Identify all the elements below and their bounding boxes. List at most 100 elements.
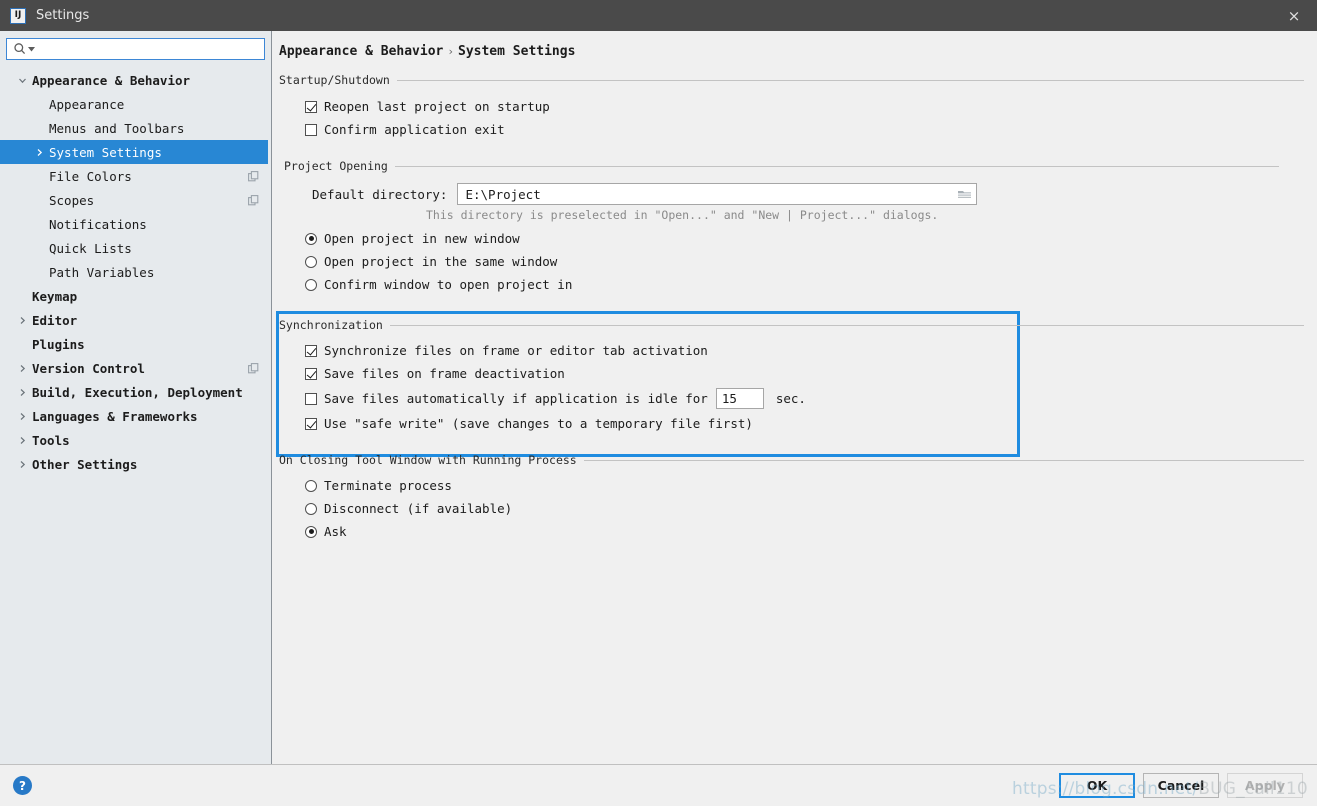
section-project-opening-body: Default directory:: [279, 173, 1317, 296]
radio-open-in-new-window[interactable]: [305, 233, 317, 245]
radio-ask[interactable]: [305, 526, 317, 538]
sidebar-item-appearance[interactable]: Appearance: [0, 92, 271, 116]
section-synchronization-body: Synchronize files on frame or editor tab…: [279, 332, 1317, 435]
chevron-right-icon[interactable]: [14, 316, 30, 325]
sidebar-scrollbar[interactable]: [268, 31, 271, 764]
sidebar-item-scopes[interactable]: Scopes: [0, 188, 271, 212]
sidebar-item-appearance-behavior[interactable]: Appearance & Behavior: [0, 68, 271, 92]
idle-seconds-unit: sec.: [776, 391, 806, 406]
ok-button[interactable]: OK: [1059, 773, 1135, 798]
checkbox-label-save-on-deactivation: Save files on frame deactivation: [324, 366, 565, 381]
search-container: [0, 31, 271, 65]
chevron-right-icon[interactable]: [14, 460, 30, 469]
sidebar-item-label: Quick Lists: [49, 241, 132, 256]
chevron-right-icon[interactable]: [14, 412, 30, 421]
radio-row-disconnect[interactable]: Disconnect (if available): [305, 497, 1317, 520]
search-dropdown-arrow-icon[interactable]: [28, 46, 35, 53]
section-startup-shutdown: Startup/Shutdown Reopen last project on …: [272, 73, 1317, 141]
radio-row-open-in-new-window[interactable]: Open project in new window: [305, 227, 1317, 250]
sidebar-item-label: Menus and Toolbars: [49, 121, 184, 136]
cancel-button[interactable]: Cancel: [1143, 773, 1219, 798]
search-icon: [13, 42, 27, 56]
sidebar-item-version-control[interactable]: Version Control: [0, 356, 271, 380]
sidebar-item-label: Keymap: [32, 289, 77, 304]
checkbox-row-reopen-last-project[interactable]: Reopen last project on startup: [305, 95, 1317, 118]
help-icon[interactable]: ?: [13, 776, 32, 795]
section-divider: [397, 80, 1304, 81]
copy-settings-icon[interactable]: [248, 195, 259, 206]
radio-confirm-window[interactable]: [305, 279, 317, 291]
intellij-logo-icon: IJ: [10, 8, 26, 24]
dialog-footer: ? OK Cancel Apply: [0, 764, 1317, 806]
sidebar-item-file-colors[interactable]: File Colors: [0, 164, 271, 188]
sidebar-item-label: Tools: [32, 433, 70, 448]
sidebar-item-plugins[interactable]: Plugins: [0, 332, 271, 356]
checkbox-save-when-idle[interactable]: [305, 393, 317, 405]
checkbox-confirm-application-exit[interactable]: [305, 124, 317, 136]
search-box[interactable]: [6, 38, 265, 60]
checkbox-row-save-on-deactivation[interactable]: Save files on frame deactivation: [305, 362, 1317, 385]
chevron-right-icon[interactable]: [14, 364, 30, 373]
sidebar-item-tools[interactable]: Tools: [0, 428, 271, 452]
section-synchronization: Synchronization Synchronize files on fra…: [272, 318, 1317, 435]
default-directory-label: Default directory:: [312, 187, 457, 202]
checkbox-row-confirm-application-exit[interactable]: Confirm application exit: [305, 118, 1317, 141]
section-divider: [390, 325, 1304, 326]
radio-disconnect[interactable]: [305, 503, 317, 515]
section-divider: [395, 166, 1279, 167]
footer-button-group: OK Cancel Apply: [1059, 773, 1303, 798]
checkbox-reopen-last-project[interactable]: [305, 101, 317, 113]
default-directory-field[interactable]: [457, 183, 977, 205]
radio-open-in-same-window[interactable]: [305, 256, 317, 268]
close-icon[interactable]: ×: [1271, 0, 1317, 31]
checkbox-label-confirm-application-exit: Confirm application exit: [324, 122, 505, 137]
radio-row-confirm-window[interactable]: Confirm window to open project in: [305, 273, 1317, 296]
sidebar-item-languages-frameworks[interactable]: Languages & Frameworks: [0, 404, 271, 428]
checkbox-label-safe-write: Use "safe write" (save changes to a temp…: [324, 416, 753, 431]
sidebar-item-path-variables[interactable]: Path Variables: [0, 260, 271, 284]
chevron-right-icon[interactable]: [31, 148, 47, 157]
default-directory-row: Default directory:: [286, 182, 1317, 206]
radio-label-ask: Ask: [324, 524, 347, 539]
radio-row-terminate-process[interactable]: Terminate process: [305, 474, 1317, 497]
radio-terminate-process[interactable]: [305, 480, 317, 492]
copy-settings-icon[interactable]: [248, 363, 259, 374]
sidebar-item-editor[interactable]: Editor: [0, 308, 271, 332]
checkbox-sync-files[interactable]: [305, 345, 317, 357]
breadcrumb-root[interactable]: Appearance & Behavior: [279, 44, 443, 59]
sidebar-item-label: Version Control: [32, 361, 145, 376]
chevron-right-icon[interactable]: [14, 388, 30, 397]
sidebar-item-system-settings[interactable]: System Settings: [0, 140, 271, 164]
idle-seconds-input[interactable]: [716, 388, 764, 409]
copy-settings-icon[interactable]: [248, 171, 259, 182]
sidebar-item-label: Other Settings: [32, 457, 137, 472]
sidebar-item-quick-lists[interactable]: Quick Lists: [0, 236, 271, 260]
section-closing-tool-window-header: On Closing Tool Window with Running Proc…: [279, 453, 1317, 467]
section-startup-title: Startup/Shutdown: [279, 73, 397, 87]
checkbox-row-sync-files[interactable]: Synchronize files on frame or editor tab…: [305, 339, 1317, 362]
sidebar-item-keymap[interactable]: Keymap: [0, 284, 271, 308]
chevron-down-icon[interactable]: [14, 76, 30, 85]
default-directory-input[interactable]: [463, 185, 957, 203]
search-input[interactable]: [35, 40, 264, 58]
sidebar-item-build-execution-deployment[interactable]: Build, Execution, Deployment: [0, 380, 271, 404]
folder-browse-icon[interactable]: [957, 188, 972, 201]
radio-row-open-in-same-window[interactable]: Open project in the same window: [305, 250, 1317, 273]
radio-row-ask[interactable]: Ask: [305, 520, 1317, 543]
sidebar-item-label: Appearance: [49, 97, 124, 112]
section-synchronization-title: Synchronization: [279, 318, 390, 332]
sidebar-item-label: Build, Execution, Deployment: [32, 385, 243, 400]
breadcrumb-separator-icon: ›: [443, 45, 458, 58]
sidebar-item-label: File Colors: [49, 169, 132, 184]
sidebar-item-notifications[interactable]: Notifications: [0, 212, 271, 236]
chevron-right-icon[interactable]: [14, 436, 30, 445]
checkbox-row-save-when-idle[interactable]: Save files automatically if application …: [305, 385, 1317, 412]
checkbox-safe-write[interactable]: [305, 418, 317, 430]
sidebar-item-menus-and-toolbars[interactable]: Menus and Toolbars: [0, 116, 271, 140]
checkbox-row-safe-write[interactable]: Use "safe write" (save changes to a temp…: [305, 412, 1317, 435]
sidebar-item-other-settings[interactable]: Other Settings: [0, 452, 271, 476]
checkbox-label-reopen-last-project: Reopen last project on startup: [324, 99, 550, 114]
checkbox-save-on-deactivation[interactable]: [305, 368, 317, 380]
section-startup-header: Startup/Shutdown: [279, 73, 1317, 87]
checkbox-label-save-when-idle: Save files automatically if application …: [324, 391, 708, 406]
